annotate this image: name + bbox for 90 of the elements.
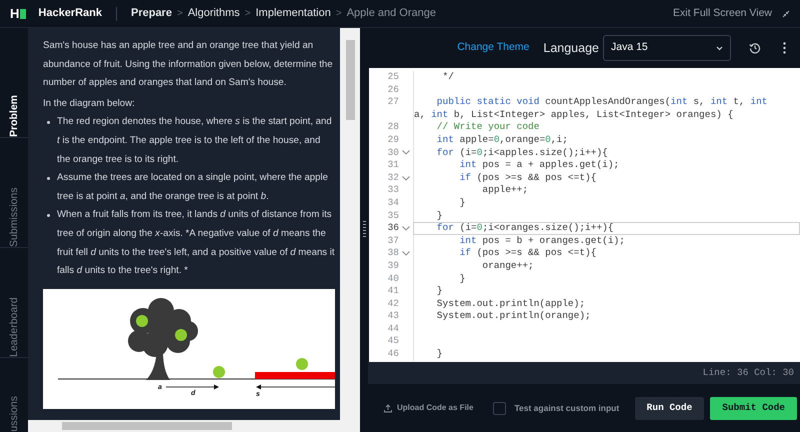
scrollbar[interactable] bbox=[340, 28, 360, 420]
submit-code-button[interactable]: Submit Code bbox=[710, 396, 797, 420]
line-number: 29 bbox=[388, 134, 399, 145]
scrollbar-thumb[interactable] bbox=[62, 422, 232, 430]
line-number: 39 bbox=[388, 260, 399, 271]
history-icon[interactable] bbox=[749, 42, 761, 54]
code-line: } bbox=[436, 348, 443, 360]
language-label: Language bbox=[543, 40, 599, 57]
code-line: a, int b, List<Integer> apples, List<Integer> oranges) { bbox=[414, 108, 734, 120]
breadcrumb-separator: > bbox=[176, 7, 183, 21]
breadcrumb-link[interactable]: Prepare bbox=[130, 5, 172, 22]
code-line: if (pos >=s && pos <=t){ bbox=[458, 172, 596, 183]
code-line: apple++; bbox=[481, 184, 528, 196]
code-line: int apple=0,orange=0,i; bbox=[436, 134, 568, 145]
side-tab[interactable]: Submissions bbox=[8, 152, 20, 247]
code-line: System.out.println(orange); bbox=[436, 310, 591, 322]
line-number: 30 bbox=[388, 146, 399, 158]
bullet-text: When a fruit falls from its tree, it lands d units of distance from its tree of origin along the x-axis. *A negative value of d means the fruit fell d units to the tree's left, and a positive value of d means it falls d units to the tree's right. * bbox=[57, 208, 336, 278]
breadcrumb-link[interactable]: Algorithms bbox=[188, 5, 240, 22]
code-line: orange++; bbox=[481, 260, 534, 271]
line-number: 43 bbox=[388, 310, 399, 322]
apple-icon bbox=[213, 366, 225, 378]
line-number: 44 bbox=[388, 322, 399, 334]
problem-paragraph: Sam's house has an apple tree and an orange tree that yield an abundance of fruit. Using the information given below, determine the number of apples and oranges that land on Sam's house. bbox=[43, 39, 334, 90]
line-number: 37 bbox=[388, 234, 399, 246]
language-dropdown[interactable]: Java 15 bbox=[603, 35, 731, 61]
line-number: 34 bbox=[388, 196, 399, 208]
apple-icon bbox=[296, 358, 308, 370]
problem-paragraph: In the diagram below: bbox=[43, 96, 136, 111]
code-line: if (pos >=s && pos <=t){ bbox=[458, 247, 596, 258]
breadcrumb-separator: > bbox=[244, 7, 251, 21]
line-number: 27 bbox=[388, 96, 399, 108]
brand-name[interactable]: HackerRank bbox=[38, 5, 102, 22]
collapse-icon[interactable] bbox=[782, 10, 790, 18]
change-theme-link[interactable]: Change Theme bbox=[457, 40, 530, 56]
chevron-down-icon bbox=[716, 46, 723, 50]
side-tab[interactable]: Leaderboard bbox=[8, 262, 20, 357]
bullet-text: The red region denotes the house, where s is the start point, and t is the endpoint. The apple tree is to the left of the house, and the orange tree is to its right. bbox=[57, 115, 333, 167]
resize-handle[interactable] bbox=[362, 221, 366, 239]
custom-input-checkbox[interactable] bbox=[493, 402, 506, 414]
side-tab[interactable]: Problem bbox=[8, 42, 20, 137]
more-menu-icon[interactable] bbox=[783, 42, 786, 54]
exit-fullscreen-link[interactable]: Exit Full Screen View bbox=[672, 6, 772, 22]
bullet-icon bbox=[47, 214, 50, 218]
bullet-icon bbox=[47, 121, 50, 124]
line-number: 42 bbox=[388, 298, 399, 309]
upload-icon bbox=[384, 404, 392, 412]
code-line: // Write your code bbox=[436, 121, 540, 132]
distance-arrow bbox=[166, 384, 219, 390]
bullet-text: Assume the trees are located on a single point, where the apple tree is at point a, and the orange tree is at point b. bbox=[57, 171, 329, 204]
line-number: 32 bbox=[388, 172, 399, 183]
line-number: 31 bbox=[388, 159, 399, 170]
code-line: } bbox=[436, 285, 443, 296]
fold-chevron-icon[interactable] bbox=[402, 150, 410, 156]
line-number: 38 bbox=[388, 247, 399, 258]
scrollbar[interactable] bbox=[28, 420, 360, 432]
checkbox-label: Test against custom input bbox=[514, 402, 620, 414]
code-line: } bbox=[458, 272, 466, 284]
code-line: for (i=0;i<apples.size();i++){ bbox=[436, 146, 608, 158]
fold-chevron-icon[interactable] bbox=[402, 226, 410, 231]
line-number: 41 bbox=[388, 285, 399, 296]
breadcrumb-separator: > bbox=[336, 7, 342, 21]
fold-chevron-icon[interactable] bbox=[402, 176, 410, 181]
code-line: } bbox=[458, 196, 466, 208]
line-number: 45 bbox=[388, 335, 399, 346]
code-line: int pos = a + apples.get(i); bbox=[458, 159, 620, 170]
cursor-position: Line: 36 Col: 30 bbox=[702, 366, 794, 380]
line-number: 33 bbox=[388, 184, 399, 196]
line-number: 28 bbox=[388, 121, 399, 132]
logo[interactable]: H bbox=[10, 4, 26, 24]
code-editor[interactable] bbox=[369, 68, 800, 362]
fold-chevron-icon[interactable] bbox=[402, 251, 410, 256]
side-tab[interactable]: ussions bbox=[8, 396, 20, 432]
code-line: } bbox=[436, 210, 443, 221]
line-number: 46 bbox=[388, 348, 399, 360]
line-number: 40 bbox=[388, 272, 399, 284]
line-number: 35 bbox=[388, 210, 399, 221]
upload-link[interactable]: Upload Code as File bbox=[384, 402, 474, 414]
code-line: for (i=0;i<oranges.size();i++){ bbox=[436, 222, 614, 234]
line-number: 25 bbox=[388, 71, 399, 82]
code-line: */ bbox=[442, 71, 454, 82]
code-line: System.out.println(apple); bbox=[436, 298, 586, 309]
line-number: 36 bbox=[388, 222, 399, 234]
breadcrumb-link[interactable]: Implementation bbox=[256, 5, 331, 22]
run-code-button[interactable]: Run Code bbox=[634, 396, 704, 420]
scrollbar-thumb[interactable] bbox=[346, 40, 354, 120]
bullet-icon bbox=[47, 177, 50, 180]
code-line: public static void countApplesAndOranges(int s, int t, int bbox=[436, 96, 768, 108]
code-line: int pos = b + oranges.get(i); bbox=[458, 234, 625, 246]
line-number: 26 bbox=[388, 84, 399, 95]
